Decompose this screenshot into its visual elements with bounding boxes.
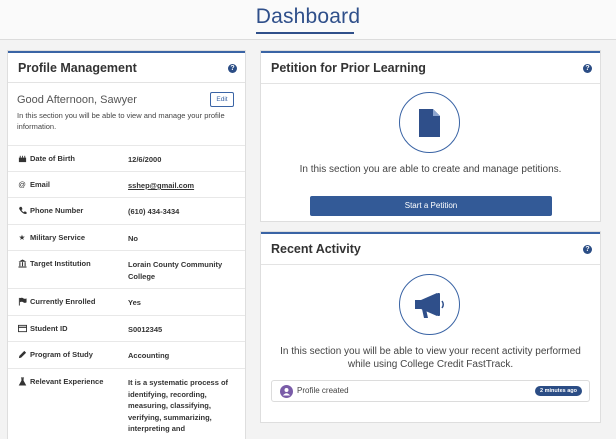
profile-intro-text: In this section you will be able to view… [17, 111, 225, 131]
petition-card: Petition for Prior Learning ? In this se… [261, 51, 600, 221]
card-divider [261, 83, 600, 84]
card-divider [8, 82, 245, 83]
card-divider [261, 264, 600, 265]
greeting-text: Good Afternoon, Sawyer [17, 94, 137, 106]
profile-row-email: @ Email sshep@gmail.com [8, 171, 245, 197]
profile-management-card: Profile Management ? Good Afternoon, Saw… [8, 51, 245, 439]
id-card-icon [17, 324, 27, 334]
row-value: Lorain County Community College [128, 260, 223, 281]
help-icon[interactable]: ? [583, 64, 592, 73]
activity-item-text: Profile created [297, 386, 349, 395]
flask-icon [17, 377, 27, 387]
page-title: Dashboard [255, 5, 361, 28]
row-value: S0012345 [128, 325, 163, 334]
activity-item[interactable]: Profile created 2 minutes ago [271, 380, 590, 402]
time-badge: 2 minutes ago [535, 386, 582, 396]
row-label: Relevant Experience [30, 377, 104, 386]
profile-row-phone-number: Phone Number (610) 434-3434 [8, 197, 245, 224]
row-value: 12/6/2000 [128, 155, 162, 164]
profile-row-target-institution: Target Institution Lorain County Communi… [8, 250, 245, 288]
petition-description: In this section you are able to create a… [299, 164, 562, 175]
row-value: Yes [128, 298, 141, 307]
edit-profile-button[interactable]: Edit [210, 92, 234, 107]
megaphone-icon-circle [399, 274, 460, 335]
email-link[interactable]: sshep@gmail.com [128, 180, 238, 192]
megaphone-icon [415, 293, 444, 318]
row-label: Phone Number [30, 206, 84, 215]
row-label: Military Service [30, 233, 86, 242]
profile-row-student-id: Student ID S0012345 [8, 315, 245, 341]
row-value: It is a systematic process of identifyin… [128, 378, 229, 433]
start-petition-button[interactable]: Start a Petition [310, 196, 552, 216]
row-label: Email [30, 180, 51, 189]
profile-row-military-service: ★ Military Service No [8, 224, 245, 250]
document-icon [419, 109, 440, 137]
flag-icon [17, 297, 27, 307]
row-label: Target Institution [30, 259, 91, 268]
help-icon[interactable]: ? [228, 64, 237, 73]
user-icon [282, 387, 291, 396]
page-title-underline [256, 32, 354, 34]
row-value: (610) 434-3434 [128, 207, 180, 216]
row-label: Date of Birth [30, 154, 75, 163]
phone-icon [17, 206, 27, 216]
at-sign-icon: @ [18, 180, 26, 189]
row-label: Currently Enrolled [30, 297, 96, 306]
birthday-cake-icon [17, 154, 27, 164]
profile-card-title: Profile Management [18, 61, 137, 75]
document-icon-circle [399, 92, 460, 153]
profile-row-program-of-study: Program of Study Accounting [8, 341, 245, 368]
row-value: Accounting [128, 351, 170, 360]
avatar [280, 385, 293, 398]
profile-row-relevant-experience: Relevant Experience It is a systematic p… [8, 368, 245, 439]
help-icon[interactable]: ? [583, 245, 592, 254]
row-value: No [128, 234, 138, 243]
petition-card-title: Petition for Prior Learning [271, 61, 426, 75]
activity-card-title: Recent Activity [271, 242, 361, 256]
recent-activity-card: Recent Activity ? In this section you wi… [261, 232, 600, 422]
institution-icon [17, 259, 27, 269]
row-label: Program of Study [30, 350, 93, 359]
profile-row-date-of-birth: Date of Birth 12/6/2000 [8, 145, 245, 171]
profile-row-currently-enrolled: Currently Enrolled Yes [8, 288, 245, 315]
star-icon: ★ [18, 233, 26, 242]
pencil-icon [17, 350, 27, 360]
activity-description: In this section you will be able to view… [280, 346, 581, 370]
row-label: Student ID [30, 324, 68, 333]
